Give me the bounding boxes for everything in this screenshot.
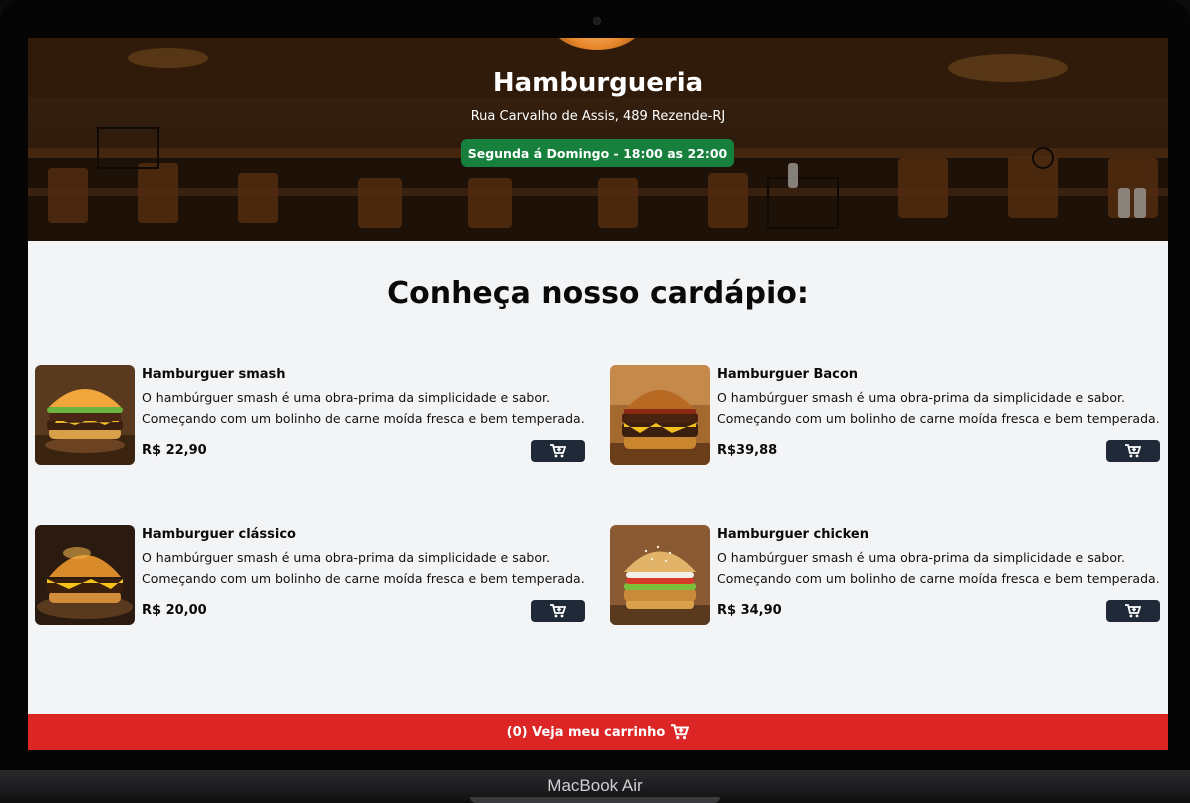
menu-item-price: R$ 34,90: [717, 603, 782, 618]
menu-heading: Conheça nosso cardápio:: [387, 276, 809, 311]
cart-plus-icon: [1125, 444, 1141, 458]
opening-hours-badge: Segunda á Domingo - 18:00 as 22:00: [461, 139, 734, 167]
camera-dot: [593, 17, 601, 25]
burger-classic-image: [35, 525, 135, 625]
burger-chicken-image: [610, 525, 710, 625]
burger-bacon-image: [610, 365, 710, 465]
menu-item-price: R$ 20,00: [142, 603, 207, 618]
cart-plus-icon: [550, 604, 566, 618]
menu-item-card: Hamburguer Bacon O hambúrguer smash é um…: [610, 365, 1160, 465]
menu-item-description: O hambúrguer smash é uma obra-prima da s…: [717, 550, 1160, 586]
menu-item-price: R$39,88: [717, 443, 778, 458]
view-cart-label: (0) Veja meu carrinho: [506, 724, 666, 740]
burger-smash-image: [35, 365, 135, 465]
menu-item-name: Hamburguer Bacon: [717, 367, 859, 382]
menu-item-card: Hamburguer smash O hambúrguer smash é um…: [35, 365, 585, 465]
device-label: MacBook Air: [547, 776, 643, 795]
add-to-cart-button[interactable]: [531, 600, 585, 622]
menu-item-card: Hamburguer clássico O hambúrguer smash é…: [35, 525, 585, 625]
cart-plus-icon: [550, 444, 566, 458]
view-cart-button[interactable]: (0) Veja meu carrinho: [28, 714, 1168, 750]
menu-item-price: R$ 22,90: [142, 443, 207, 458]
browser-viewport: Hamburgueria Rua Carvalho de Assis, 489 …: [28, 38, 1168, 750]
add-to-cart-button[interactable]: [1106, 600, 1160, 622]
add-to-cart-button[interactable]: [1106, 440, 1160, 462]
restaurant-address: Rua Carvalho de Assis, 489 Rezende-RJ: [470, 109, 726, 124]
menu-item-description: O hambúrguer smash é uma obra-prima da s…: [142, 390, 585, 426]
cart-plus-icon: [671, 724, 690, 740]
menu-item-card: Hamburguer chicken O hambúrguer smash é …: [610, 525, 1160, 625]
menu-item-description: O hambúrguer smash é uma obra-prima da s…: [142, 550, 585, 586]
menu-item-description: O hambúrguer smash é uma obra-prima da s…: [717, 390, 1160, 426]
hero-banner: Hamburgueria Rua Carvalho de Assis, 489 …: [28, 38, 1168, 241]
add-to-cart-button[interactable]: [531, 440, 585, 462]
menu-item-name: Hamburguer clássico: [142, 527, 296, 542]
cart-plus-icon: [1125, 604, 1141, 618]
laptop-hinge: [470, 797, 720, 803]
restaurant-name: Hamburgueria: [492, 68, 704, 98]
menu-item-name: Hamburguer smash: [142, 367, 286, 382]
menu-item-name: Hamburguer chicken: [717, 527, 869, 542]
